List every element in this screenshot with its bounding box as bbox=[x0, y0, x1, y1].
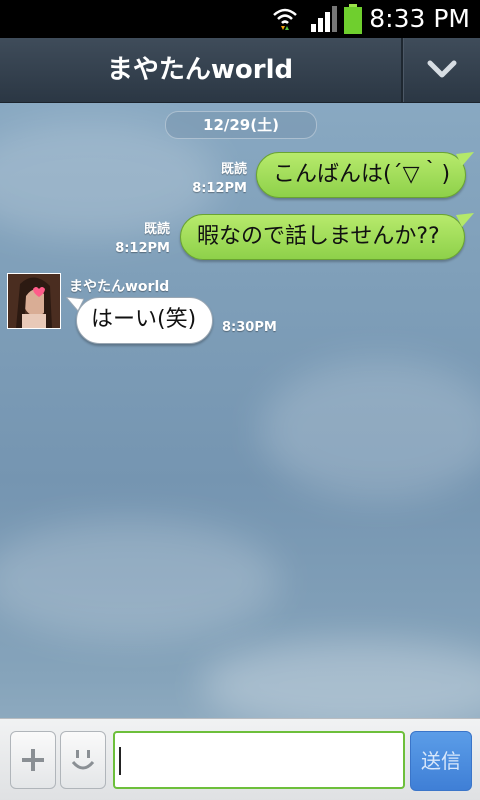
message-time: 8:12PM bbox=[115, 241, 170, 256]
sticker-button[interactable] bbox=[60, 731, 106, 789]
status-bar: 8:33 PM bbox=[0, 0, 480, 38]
message-text: はーい(笑) bbox=[91, 307, 197, 332]
outgoing-message-bubble[interactable]: こんばんは(´▽｀) bbox=[256, 152, 466, 198]
send-button[interactable]: 送信 bbox=[410, 731, 472, 791]
battery-icon bbox=[344, 4, 362, 34]
menu-dropdown-button[interactable] bbox=[403, 38, 480, 102]
message-meta: 既読 8:12PM bbox=[192, 158, 247, 196]
message-time: 8:30PM bbox=[222, 320, 277, 335]
avatar-image bbox=[8, 274, 60, 328]
plus-icon bbox=[22, 749, 44, 771]
bubble-tail bbox=[66, 297, 84, 312]
chat-header: まやたんworld bbox=[0, 38, 480, 103]
message-time: 8:12PM bbox=[192, 181, 247, 196]
status-time: 8:33 PM bbox=[369, 4, 470, 33]
chevron-down-icon bbox=[427, 60, 457, 78]
outgoing-message-bubble[interactable]: 暇なので話しませんか?? bbox=[180, 214, 465, 260]
date-divider: 12/29(土) bbox=[165, 111, 317, 139]
signal-icon bbox=[311, 6, 337, 32]
incoming-message-bubble[interactable]: はーい(笑) bbox=[76, 297, 213, 344]
text-cursor bbox=[119, 747, 121, 775]
message-text: こんばんは(´▽｀) bbox=[273, 162, 451, 187]
read-receipt: 既読 bbox=[143, 222, 170, 237]
message-input-bar: 送信 bbox=[0, 718, 480, 800]
message-input[interactable] bbox=[113, 731, 405, 789]
message-meta: 既読 8:12PM bbox=[115, 218, 170, 256]
read-receipt: 既読 bbox=[220, 162, 247, 177]
sender-name: まやたんworld bbox=[69, 279, 170, 295]
avatar[interactable] bbox=[7, 273, 61, 329]
wifi-icon bbox=[273, 8, 297, 30]
add-attachment-button[interactable] bbox=[10, 731, 56, 789]
smiley-icon bbox=[71, 750, 95, 770]
bubble-tail bbox=[456, 152, 474, 166]
bubble-tail bbox=[456, 213, 474, 227]
chat-title: まやたんworld bbox=[106, 55, 294, 85]
message-text: 暇なので話しませんか?? bbox=[197, 224, 440, 249]
chat-screen: 8:33 PM まやたんworld 12/29(土) 既読 8:12PM こんば… bbox=[0, 0, 480, 800]
